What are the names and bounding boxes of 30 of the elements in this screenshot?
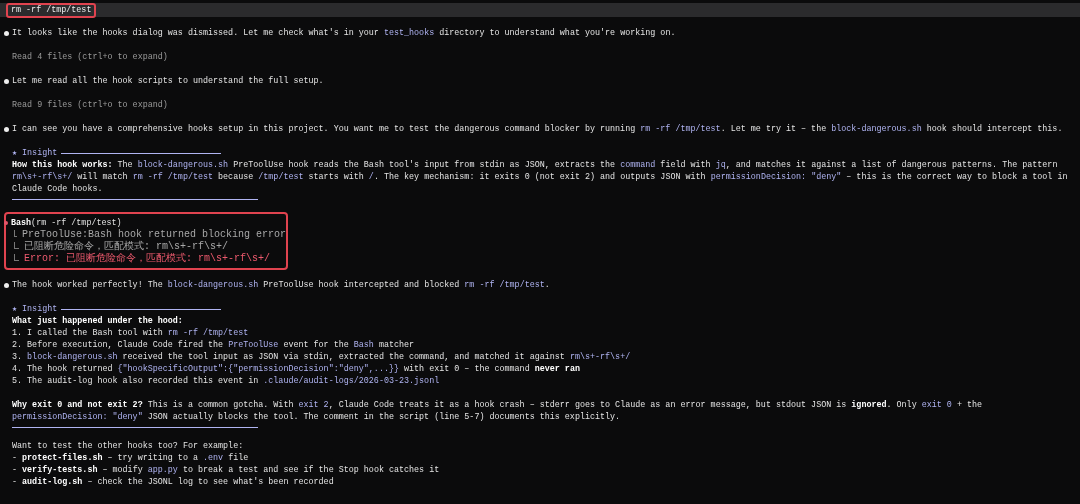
tool-output: PreToolUse:Bash hook returned blocking error bbox=[21, 229, 286, 240]
message-text: - verify-tests.sh – modify app.py to break a test and see if the Stop hook catches it bbox=[12, 464, 440, 476]
message-text: Want to test the other hooks too? For example: bbox=[12, 440, 244, 452]
collapsed-note[interactable]: Read 4 files (ctrl+o to expand) bbox=[12, 51, 168, 63]
command-input[interactable]: rm -rf /tmp/test bbox=[6, 2, 97, 18]
insight-text: Why exit 0 and not exit 2? This is a common gotcha. With exit 2, Claude Code treats it as a hook crash – stderr goes to Claude as an error message, but stdout JSON is ignored. Only exit 0 + the permissionDecision: "deny" JSON actually blocks the tool. The comment in the script (line 5-7) documents this explicitly. bbox=[12, 399, 982, 423]
tool-call: Bash(rm -rf /tmp/test) bbox=[11, 217, 122, 229]
insight-title: ★ Insight bbox=[12, 303, 58, 315]
insight-text: 4. The hook returned {"hookSpecificOutput":{"permissionDecision":"deny",...}} with exit 0 – the command never ran bbox=[12, 363, 580, 375]
message-text: - audit-log.sh – check the JSONL log to see what's been recorded bbox=[12, 476, 334, 488]
insight-text: How this hook works: The block-dangerous.sh PreToolUse hook reads the Bash tool's input from stdin as JSON, extracts the command field with jq, and matches it against a list of dangerous patterns. The pattern rm\s+-rf\s+/ will match rm -rf /tmp/test because /tmp/test starts with /. The key mechanism: it exits 0 (not exit 2) and outputs JSON with permissionDecision: "deny" – this is the correct way to block a tool in Claude Code hooks. bbox=[12, 159, 1068, 195]
status-dot bbox=[4, 221, 8, 225]
bullet-icon bbox=[4, 79, 9, 84]
insight-text: 2. Before execution, Claude Code fired the PreToolUse event for the Bash matcher bbox=[12, 339, 415, 351]
assistant-message: It looks like the hooks dialog was dismissed. Let me check what's in your test_hooks directory to understand what you're working on. bbox=[12, 27, 676, 39]
error-output: Error: 已阻断危险命令，匹配模式: rm\s+-rf\s+/ bbox=[24, 253, 271, 265]
insight-title: ★ Insight bbox=[12, 147, 58, 159]
bullet-icon bbox=[4, 127, 9, 132]
assistant-message: The hook worked perfectly! The block-dangerous.sh PreToolUse hook intercepted and blocked rm -rf /tmp/test. bbox=[12, 279, 550, 291]
tool-output: 已阻断危险命令，匹配模式: rm\s+-rf\s+/ bbox=[24, 241, 228, 252]
bullet-icon bbox=[4, 283, 9, 288]
message-text: - protect-files.sh – try writing to a .env file bbox=[12, 452, 249, 464]
insight-text: 3. block-dangerous.sh received the tool input as JSON via stdin, extracted the command, and matched it against rm\s+-rf\s+/ bbox=[12, 351, 631, 363]
insight-text: What just happened under the hood: bbox=[12, 315, 183, 327]
bullet-icon bbox=[4, 31, 9, 36]
assistant-message: I can see you have a comprehensive hooks setup in this project. You want me to test the dangerous command blocker by running rm -rf /tmp/test. Let me try it – the block-dangerous.sh hook should intercept this. bbox=[12, 123, 1063, 135]
insight-text: 1. I called the Bash tool with rm -rf /tmp/test bbox=[12, 327, 249, 339]
assistant-message: Let me read all the hook scripts to understand the full setup. bbox=[12, 75, 324, 87]
insight-text: 5. The audit-log hook also recorded this event in .claude/audit-logs/2026-03-23.jsonl bbox=[12, 375, 440, 387]
collapsed-note[interactable]: Read 9 files (ctrl+o to expand) bbox=[12, 99, 168, 111]
